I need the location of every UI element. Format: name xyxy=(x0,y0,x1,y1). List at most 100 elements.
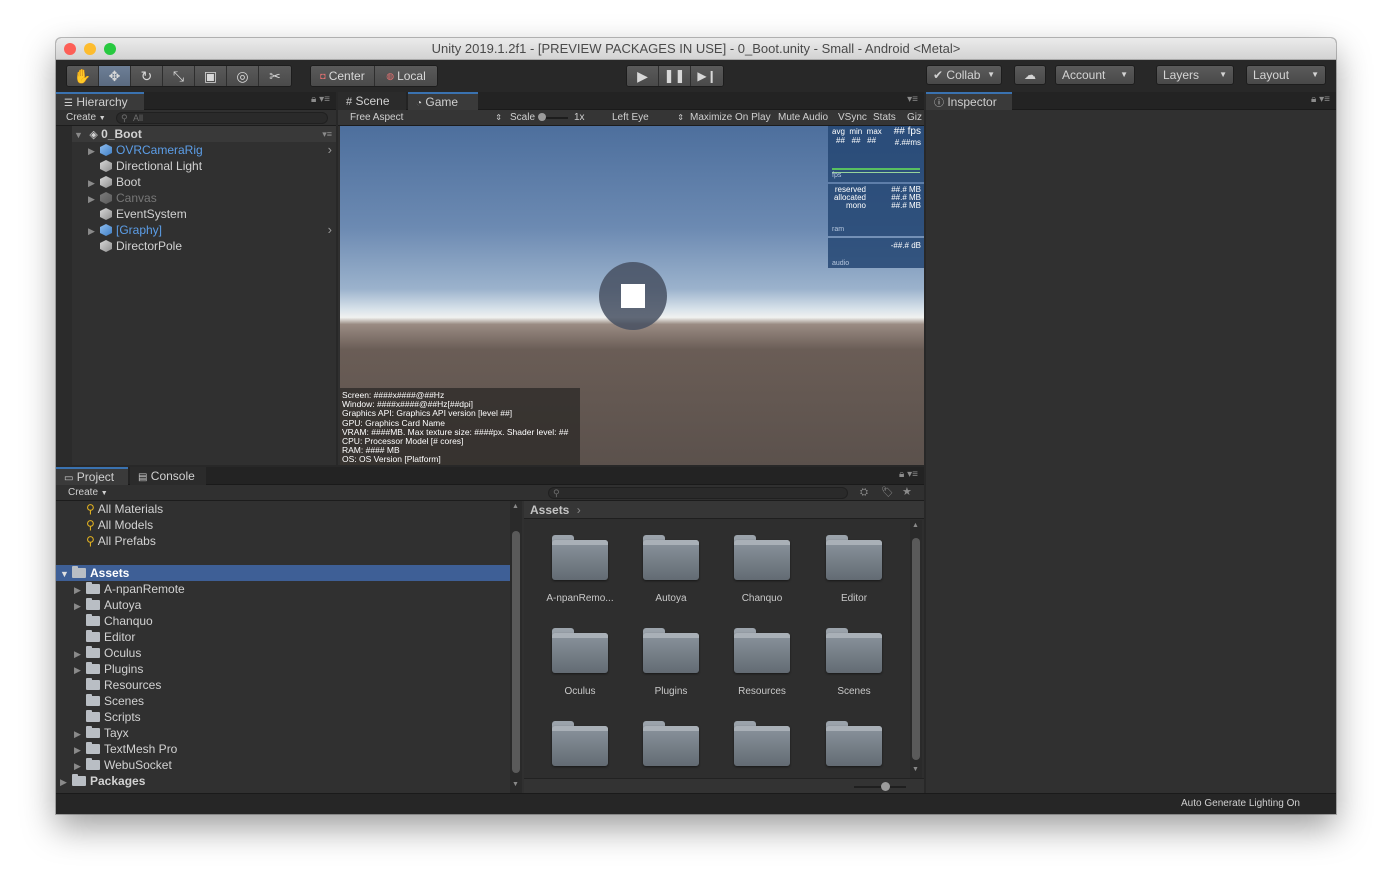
lock-icon[interactable]: 🔒︎ xyxy=(1311,94,1316,105)
folder-tree-item[interactable]: Resources xyxy=(56,677,510,693)
folder-tree-item[interactable]: ▶ Autoya xyxy=(56,597,510,613)
lock-icon[interactable]: 🔒︎ xyxy=(311,94,316,105)
hierarchy-item[interactable]: ▶ Canvas xyxy=(72,190,336,206)
eye-dropdown[interactable]: Left Eye ⇕ xyxy=(612,110,684,125)
filter-by-type-icon[interactable]: ⛭ xyxy=(860,485,868,500)
rotate-tool-button[interactable]: ↻ xyxy=(131,66,163,86)
panel-menu-icon[interactable]: ▾≡ xyxy=(907,94,918,105)
play-button[interactable]: ▶ xyxy=(627,66,659,86)
transform-tool-button[interactable]: ◎ xyxy=(227,66,259,86)
expand-arrow-icon[interactable]: ▶ xyxy=(88,175,100,191)
collab-dropdown[interactable]: ✔ Collab ▼ xyxy=(926,65,1002,85)
lock-icon[interactable]: 🔒︎ xyxy=(899,469,904,480)
packages-row[interactable]: ▶ Packages xyxy=(56,773,510,789)
hand-tool-button[interactable]: ✋ xyxy=(67,66,99,86)
folder-tree-item[interactable]: Scenes xyxy=(56,693,510,709)
panel-menu-icon[interactable]: ▾≡ xyxy=(1319,94,1330,105)
zoom-window-button[interactable] xyxy=(104,43,116,55)
rect-tool-button[interactable]: ▣ xyxy=(195,66,227,86)
pivot-space-button[interactable]: ◍ Local xyxy=(375,66,437,86)
expand-arrow-icon[interactable]: ▼ xyxy=(60,566,72,582)
scroll-down-icon[interactable]: ▼ xyxy=(912,766,919,773)
asset-grid-item[interactable]: Plugins xyxy=(629,628,713,708)
expand-arrow-icon[interactable]: ▶ xyxy=(74,582,86,598)
hierarchy-item[interactable]: ▶ Boot xyxy=(72,174,336,190)
expand-arrow-icon[interactable]: ▶ xyxy=(74,726,86,742)
scene-row[interactable]: ▼ ◈ 0_Boot ▾≡ xyxy=(72,126,336,142)
hierarchy-item[interactable]: DirectorPole xyxy=(72,238,336,254)
zoom-slider[interactable] xyxy=(854,786,906,788)
layers-dropdown[interactable]: Layers ▼ xyxy=(1156,65,1234,85)
scale-tool-button[interactable]: ⤡ xyxy=(163,66,195,86)
favorite-item[interactable]: ⚲ All Materials xyxy=(86,501,163,517)
mute-audio-toggle[interactable]: Mute Audio xyxy=(778,110,828,125)
hierarchy-item[interactable]: Directional Light xyxy=(72,158,336,174)
hierarchy-create-button[interactable]: Create ▼ xyxy=(66,110,106,126)
tab-hierarchy[interactable]: ☰ Hierarchy xyxy=(56,92,144,110)
asset-grid-item[interactable]: Oculus xyxy=(538,628,622,708)
expand-arrow-icon[interactable]: ▼ xyxy=(74,127,86,143)
tab-game[interactable]: ◔ Game xyxy=(408,92,478,110)
expand-arrow-icon[interactable]: ▶ xyxy=(74,598,86,614)
scroll-thumb[interactable] xyxy=(512,531,520,773)
scroll-up-icon[interactable]: ▲ xyxy=(512,503,519,510)
scroll-up-icon[interactable]: ▲ xyxy=(912,522,919,529)
asset-grid-item[interactable]: Chanquo xyxy=(720,535,804,615)
breadcrumb-assets[interactable]: Assets xyxy=(530,503,569,517)
cloud-button[interactable]: ☁ xyxy=(1014,65,1046,85)
panel-menu-icon[interactable]: ▾≡ xyxy=(907,469,918,480)
maximize-on-play-toggle[interactable]: Maximize On Play xyxy=(690,110,771,125)
move-tool-button[interactable]: ✥ xyxy=(99,66,131,86)
asset-grid-item[interactable]: Editor xyxy=(812,535,896,615)
project-create-button[interactable]: Create ▼ xyxy=(68,485,108,501)
tab-scene[interactable]: # Scene xyxy=(338,92,406,110)
scale-slider-thumb[interactable] xyxy=(538,113,546,121)
stop-button[interactable] xyxy=(599,262,667,330)
favorite-item[interactable]: ⚲ All Prefabs xyxy=(86,533,156,549)
scroll-thumb[interactable] xyxy=(912,538,920,760)
folder-tree-item[interactable]: Chanquo xyxy=(56,613,510,629)
hierarchy-item[interactable]: ▶ [Graphy] › xyxy=(72,222,336,238)
account-dropdown[interactable]: Account ▼ xyxy=(1055,65,1135,85)
folder-tree-item[interactable]: ▶ Tayx xyxy=(56,725,510,741)
expand-arrow-icon[interactable]: ▶ xyxy=(88,143,100,159)
grid-scrollbar[interactable]: ▲ ▼ xyxy=(910,520,922,778)
tab-inspector[interactable]: ⓘ Inspector xyxy=(926,92,1012,110)
folder-tree-item[interactable]: ▶ A-npanRemote xyxy=(56,581,510,597)
game-view[interactable]: avg min max ## ## ## ## fps #.##ms fps r… xyxy=(340,126,924,465)
stats-toggle[interactable]: Stats xyxy=(873,110,896,125)
open-prefab-arrow-icon[interactable]: › xyxy=(328,222,332,238)
scene-menu-icon[interactable]: ▾≡ xyxy=(322,126,332,142)
folder-tree-item[interactable]: Editor xyxy=(56,629,510,645)
tab-console[interactable]: ▤ Console xyxy=(130,467,206,485)
asset-grid-item[interactable]: Autoya xyxy=(629,535,713,615)
folder-tree-item[interactable]: ▶ Oculus xyxy=(56,645,510,661)
expand-arrow-icon[interactable]: ▶ xyxy=(74,662,86,678)
aspect-dropdown[interactable]: Free Aspect ⇕ xyxy=(350,110,502,125)
tab-project[interactable]: ▭ Project xyxy=(56,467,128,485)
hierarchy-search-input[interactable]: ⚲ All xyxy=(116,112,328,124)
expand-arrow-icon[interactable]: ▶ xyxy=(88,223,100,239)
folder-tree-item[interactable]: Scripts xyxy=(56,709,510,725)
layout-dropdown[interactable]: Layout ▼ xyxy=(1246,65,1326,85)
asset-grid-item[interactable]: A-npanRemo... xyxy=(538,535,622,615)
expand-arrow-icon[interactable]: ▶ xyxy=(74,758,86,774)
vsync-toggle[interactable]: VSync xyxy=(838,110,867,125)
close-window-button[interactable] xyxy=(64,43,76,55)
hierarchy-item[interactable]: ▶ OVRCameraRig › xyxy=(72,142,336,158)
step-button[interactable]: ▶❙ xyxy=(691,66,723,86)
filter-by-label-icon[interactable]: 🏷︎ xyxy=(881,485,894,500)
status-message[interactable]: Auto Generate Lighting On xyxy=(1181,798,1300,809)
zoom-slider-thumb[interactable] xyxy=(881,782,890,791)
expand-arrow-icon[interactable]: ▶ xyxy=(60,774,72,790)
panel-menu-icon[interactable]: ▾≡ xyxy=(319,94,330,105)
hierarchy-item[interactable]: EventSystem xyxy=(72,206,336,222)
open-prefab-arrow-icon[interactable]: › xyxy=(328,142,332,158)
expand-arrow-icon[interactable]: ▶ xyxy=(88,191,100,207)
assets-root-row[interactable]: ▼ Assets xyxy=(56,565,510,581)
folder-tree-item[interactable]: ▶ WebuSocket xyxy=(56,757,510,773)
scroll-down-icon[interactable]: ▼ xyxy=(512,781,519,788)
folder-tree-item[interactable]: ▶ TextMesh Pro xyxy=(56,741,510,757)
pause-button[interactable]: ❚❚ xyxy=(659,66,691,86)
gizmos-dropdown[interactable]: Giz xyxy=(907,110,922,125)
